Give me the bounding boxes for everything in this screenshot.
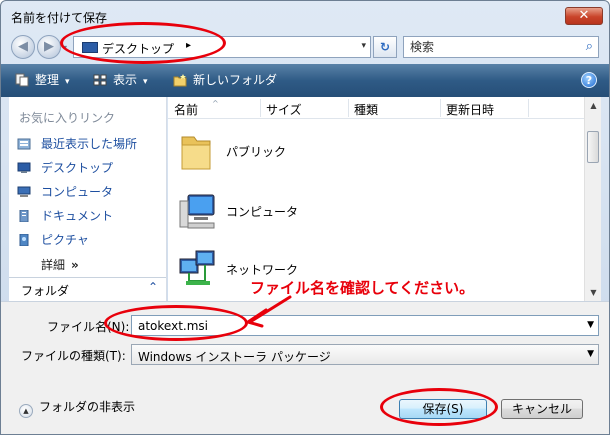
sidebar-item-label: コンピュータ xyxy=(41,185,114,199)
filetype-select[interactable]: Windows インストーラ パッケージ ▼ xyxy=(131,344,599,365)
filetype-dropdown-icon[interactable]: ▼ xyxy=(587,349,594,359)
column-header-modified[interactable]: 更新日時 xyxy=(440,101,494,117)
filetype-label: ファイルの種類(T): xyxy=(21,349,126,363)
new-folder-label: 新しいフォルダ xyxy=(193,73,278,87)
search-input[interactable] xyxy=(410,40,570,54)
new-folder-button[interactable]: 新しいフォルダ xyxy=(173,72,277,90)
hide-folders-toggle[interactable]: ▲ フォルダの非表示 xyxy=(19,398,135,418)
sort-ascending-icon: ^ xyxy=(212,99,219,108)
more-links-button[interactable]: 詳細 » xyxy=(41,256,79,273)
organize-icon xyxy=(15,73,29,87)
address-row: ◀ ▶ ▾ デスクトップ ▸ ▾ ↻ ⌕ xyxy=(1,31,609,63)
navigation-pane: お気に入りリンク 最近表示した場所 デスクトップ コンピュータ ドキュメント ピ… xyxy=(9,97,167,301)
sidebar-item-desktop[interactable]: デスクトップ xyxy=(17,159,113,177)
address-bar[interactable]: デスクトップ ▸ ▾ xyxy=(73,36,371,58)
computer-icon xyxy=(17,186,31,197)
address-dropdown-icon[interactable]: ▾ xyxy=(361,41,366,51)
new-folder-icon xyxy=(173,74,187,87)
filename-dropdown-icon[interactable]: ▼ xyxy=(587,320,594,330)
desktop-icon xyxy=(17,162,31,173)
sidebar-item-computer[interactable]: コンピュータ xyxy=(17,183,113,201)
computer-icon xyxy=(179,194,215,229)
pictures-icon xyxy=(19,234,29,246)
file-list-item[interactable]: コンピュータ xyxy=(176,187,376,237)
column-header-type[interactable]: 種類 xyxy=(348,101,378,117)
item-label: コンピュータ xyxy=(226,205,299,219)
filename-combobox[interactable]: atokext.msi ▼ xyxy=(131,315,599,336)
item-label: パブリック xyxy=(226,145,287,159)
address-location[interactable]: デスクトップ xyxy=(102,40,174,57)
recent-places-icon xyxy=(17,138,31,150)
search-icon[interactable]: ⌕ xyxy=(586,39,593,54)
column-header-size[interactable]: サイズ xyxy=(260,101,302,117)
file-list-item[interactable]: パブリック xyxy=(176,127,376,177)
forward-arrow-icon[interactable]: ▶ xyxy=(37,35,61,59)
views-label: 表示 xyxy=(113,73,138,87)
sidebar-item-documents[interactable]: ドキュメント xyxy=(17,207,113,225)
folders-label: フォルダ xyxy=(21,284,70,298)
views-icon xyxy=(93,74,107,86)
title-bar: 名前を付けて保存 ✕ xyxy=(1,1,609,31)
column-header-name[interactable]: 名前 ^ xyxy=(168,99,219,117)
save-button[interactable]: 保存(S) xyxy=(399,399,487,419)
sidebar-item-pictures[interactable]: ピクチャ xyxy=(17,231,89,249)
views-caret-icon: ▾ xyxy=(143,77,148,87)
organize-label: 整理 xyxy=(35,73,60,87)
sidebar-item-recent-places[interactable]: 最近表示した場所 xyxy=(17,135,137,153)
sidebar-item-label: 最近表示した場所 xyxy=(41,137,138,151)
views-menu-button[interactable]: 表示 ▾ xyxy=(93,72,148,90)
chevron-up-icon[interactable]: ⌃ xyxy=(148,280,158,294)
filetype-value: Windows インストーラ パッケージ xyxy=(138,350,331,364)
column-label: 名前 xyxy=(174,103,199,117)
vertical-scrollbar[interactable]: ▲ ▼ xyxy=(584,97,601,301)
refresh-icon[interactable]: ↻ xyxy=(373,36,397,58)
sidebar-item-label: デスクトップ xyxy=(41,161,114,175)
hide-folders-label: フォルダの非表示 xyxy=(39,400,136,414)
save-options-panel: ファイル名(N): atokext.msi ▼ ファイルの種類(T): Wind… xyxy=(1,301,609,434)
search-box[interactable]: ⌕ xyxy=(403,36,599,58)
organize-caret-icon: ▾ xyxy=(65,77,70,87)
file-list-pane: 名前 ^ サイズ 種類 更新日時 パブリック コンピュータ ネットワーク ▲ ▼ xyxy=(168,97,601,301)
column-header-row: 名前 ^ サイズ 種類 更新日時 xyxy=(168,97,584,119)
chevron-up-icon: ▲ xyxy=(19,404,33,418)
window-title: 名前を付けて保存 xyxy=(11,11,108,25)
scrollbar-thumb[interactable] xyxy=(587,131,599,163)
close-button[interactable]: ✕ xyxy=(565,7,603,25)
scroll-down-icon[interactable]: ▼ xyxy=(585,284,602,301)
sidebar-item-label: ピクチャ xyxy=(41,233,89,247)
annotation-text: ファイル名を確認してください。 xyxy=(250,279,475,297)
more-label: 詳細 xyxy=(41,258,66,272)
help-icon[interactable]: ? xyxy=(581,72,597,88)
recent-pages-dropdown-icon[interactable]: ▾ xyxy=(63,43,71,52)
folder-icon xyxy=(181,136,211,170)
network-icon xyxy=(179,250,215,285)
organize-menu-button[interactable]: 整理 ▾ xyxy=(15,72,70,90)
column-divider[interactable] xyxy=(528,99,529,117)
cancel-button[interactable]: キャンセル xyxy=(501,399,583,419)
documents-icon xyxy=(19,210,29,222)
desktop-icon xyxy=(82,42,98,53)
sidebar-item-label: ドキュメント xyxy=(41,209,114,223)
item-label: ネットワーク xyxy=(226,263,299,277)
folders-bar[interactable]: フォルダ ⌃ xyxy=(9,277,166,301)
save-as-dialog: 名前を付けて保存 ✕ ◀ ▶ ▾ デスクトップ ▸ ▾ ↻ ⌕ 整理 ▾ 表示 ▾ … xyxy=(0,0,610,435)
command-toolbar: 整理 ▾ 表示 ▾ 新しいフォルダ ? xyxy=(1,64,609,97)
filename-label: ファイル名(N): xyxy=(47,320,130,334)
back-arrow-icon[interactable]: ◀ xyxy=(11,35,35,59)
scroll-up-icon[interactable]: ▲ xyxy=(585,97,602,114)
breadcrumb-arrow-icon[interactable]: ▸ xyxy=(186,40,191,51)
favorite-links-header: お気に入りリンク xyxy=(19,111,116,125)
double-chevron-icon: » xyxy=(71,258,79,272)
filename-field[interactable]: atokext.msi xyxy=(138,319,208,333)
